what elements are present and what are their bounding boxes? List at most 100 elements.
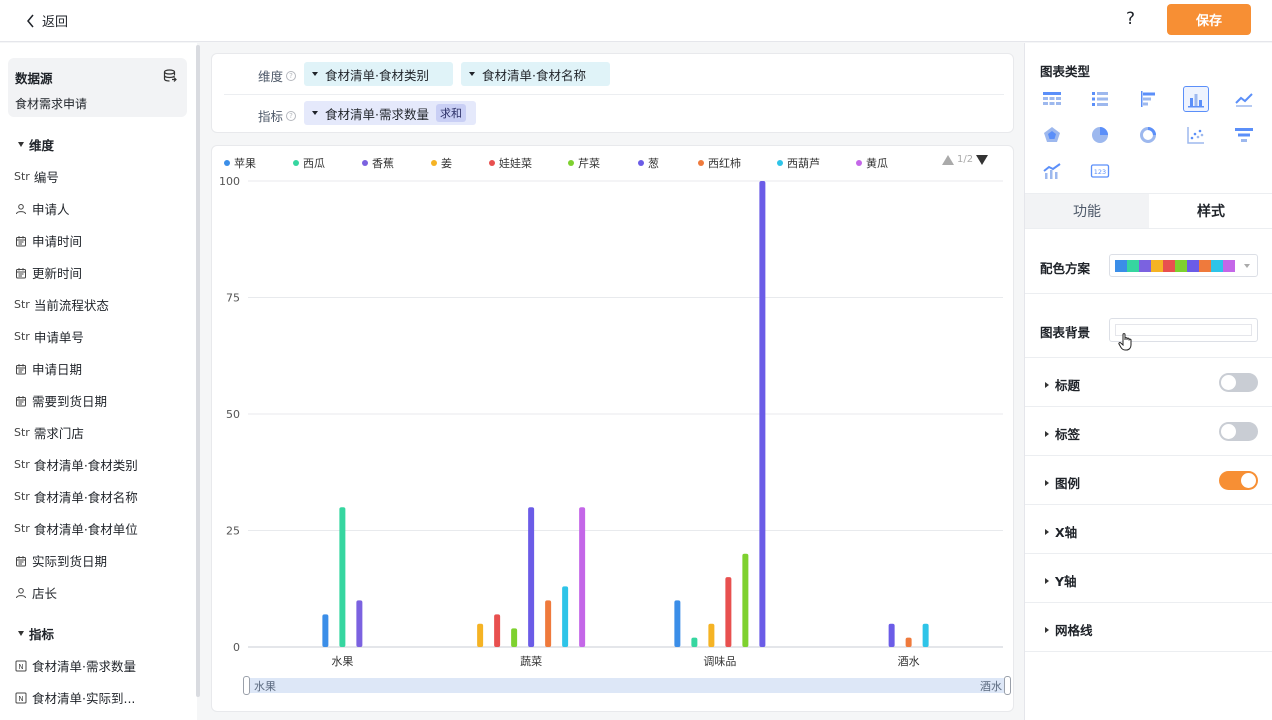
bar[interactable]: [725, 577, 732, 647]
help-circle-icon[interactable]: ?: [286, 70, 297, 81]
property-section[interactable]: Y轴: [1025, 554, 1272, 603]
field-item[interactable]: 申请日期: [14, 359, 82, 378]
color-swatch: [1139, 259, 1151, 272]
color-swatch: [1187, 259, 1199, 272]
aggregation-badge[interactable]: 求和: [435, 104, 466, 122]
datasource-card[interactable]: 数据源 食材需求申请: [8, 58, 187, 117]
field-item[interactable]: 更新时间: [14, 263, 82, 282]
property-section[interactable]: 标题: [1025, 358, 1272, 407]
bar-chart-icon[interactable]: [1183, 86, 1209, 112]
caret-right-icon: [1045, 577, 1049, 584]
field-item[interactable]: Str 需求门店: [14, 423, 84, 442]
field-item[interactable]: 申请时间: [14, 231, 82, 250]
color-swatch: [1115, 259, 1127, 272]
radar-chart-icon[interactable]: [1039, 122, 1065, 148]
bar[interactable]: [905, 637, 912, 647]
bar[interactable]: [708, 623, 715, 647]
field-type-icon: [14, 587, 28, 599]
field-item[interactable]: Str 食材清单·食材名称: [14, 487, 138, 506]
list-chart-icon[interactable]: [1087, 86, 1113, 112]
zoom-start-handle[interactable]: [243, 676, 250, 695]
field-item[interactable]: 申请人: [14, 199, 70, 218]
field-item[interactable]: Str 食材清单·食材单位: [14, 519, 138, 538]
save-button[interactable]: 保存: [1167, 4, 1251, 35]
section-header[interactable]: X轴: [1045, 522, 1077, 541]
section-toggle[interactable]: [1219, 373, 1258, 392]
field-item[interactable]: 实际到货日期: [14, 551, 107, 570]
sidebar-scrollbar[interactable]: [196, 45, 200, 697]
color-swatches: [1115, 259, 1235, 272]
bar[interactable]: [759, 181, 766, 647]
line-chart-icon[interactable]: [1231, 86, 1257, 112]
field-item[interactable]: 需要到货日期: [14, 391, 107, 410]
color-scheme-select[interactable]: [1109, 254, 1258, 277]
bar[interactable]: [691, 637, 698, 647]
caret-down-icon: [312, 72, 318, 76]
bar[interactable]: [579, 507, 586, 647]
section-header[interactable]: 标签: [1045, 424, 1080, 443]
tab-function[interactable]: 功能: [1025, 194, 1149, 228]
number-card-icon[interactable]: 123: [1087, 158, 1113, 184]
bar[interactable]: [339, 507, 346, 647]
database-icon[interactable]: [163, 69, 177, 83]
section-header[interactable]: 网格线: [1045, 620, 1093, 639]
field-item[interactable]: Str 编号: [14, 167, 59, 186]
field-item[interactable]: N 食材清单·实际到...: [14, 688, 135, 707]
donut-chart-icon[interactable]: [1135, 122, 1161, 148]
dimension-pill-name[interactable]: 食材清单·食材名称: [461, 62, 610, 86]
bar[interactable]: [674, 600, 681, 647]
bar[interactable]: [888, 623, 895, 647]
section-header[interactable]: 图例: [1045, 473, 1080, 492]
section-header[interactable]: Y轴: [1045, 571, 1077, 590]
bar[interactable]: [511, 628, 518, 647]
horizontal-bar-chart-icon[interactable]: [1135, 86, 1161, 112]
metric-pill-quantity[interactable]: 食材清单·需求数量 求和: [304, 101, 476, 125]
section-label: 图例: [1055, 476, 1081, 491]
bar[interactable]: [922, 623, 929, 647]
property-section[interactable]: 标签: [1025, 407, 1272, 456]
field-type-icon: [14, 395, 28, 407]
pie-chart-icon[interactable]: [1087, 122, 1113, 148]
dimension-pill-category[interactable]: 食材清单·食材类别: [304, 62, 453, 86]
bar[interactable]: [494, 614, 501, 647]
field-sidebar: 数据源 食材需求申请 维度 Str 编号申请人申请时间更新时间 Str 当前流程状态 S…: [0, 43, 197, 720]
color-swatch: [1127, 259, 1139, 272]
scatter-chart-icon[interactable]: [1183, 122, 1209, 148]
bar[interactable]: [322, 614, 329, 647]
data-zoom-slider[interactable]: 水果 酒水: [243, 676, 1011, 695]
toggle-knob: [1221, 424, 1236, 439]
field-item[interactable]: Str 当前流程状态: [14, 295, 109, 314]
bar[interactable]: [528, 507, 535, 647]
bar[interactable]: [477, 623, 484, 647]
field-item[interactable]: N 食材清单·需求数量: [14, 656, 136, 675]
section-header[interactable]: 标题: [1045, 375, 1080, 394]
table-chart-icon[interactable]: [1039, 86, 1065, 112]
chart-canvas: 苹果 西瓜 香蕉姜娃娃菜 芹菜葱西红柿 西葫芦 黄瓜 1/2 0 25 50 75 100 水果 蔬菜…: [211, 145, 1014, 712]
dimension-section-header[interactable]: 维度: [18, 135, 54, 154]
property-section[interactable]: X轴: [1025, 505, 1272, 554]
funnel-chart-icon[interactable]: [1231, 122, 1257, 148]
combo-chart-icon[interactable]: [1039, 158, 1065, 184]
bar[interactable]: [742, 553, 749, 647]
bar[interactable]: [562, 586, 569, 647]
y-tick-label: 75: [226, 292, 240, 305]
bar[interactable]: [545, 600, 552, 647]
chart-background-row: 图表背景: [1025, 294, 1272, 358]
property-section[interactable]: 图例: [1025, 456, 1272, 505]
help-icon[interactable]: ?: [1126, 9, 1135, 29]
field-item[interactable]: Str 食材清单·食材类别: [14, 455, 138, 474]
field-item[interactable]: Str 申请单号: [14, 327, 84, 346]
tab-style[interactable]: 样式: [1149, 194, 1272, 228]
section-toggle[interactable]: [1219, 422, 1258, 441]
bar[interactable]: [356, 600, 363, 647]
property-section[interactable]: 网格线: [1025, 603, 1272, 652]
metric-section-header[interactable]: 指标: [18, 624, 54, 643]
zoom-end-handle[interactable]: [1004, 676, 1011, 695]
field-item[interactable]: 店长: [14, 583, 57, 602]
field-label: 申请日期: [32, 362, 83, 377]
back-button[interactable]: 返回: [26, 11, 68, 30]
section-toggle[interactable]: [1219, 471, 1258, 490]
help-circle-icon[interactable]: ?: [286, 110, 297, 121]
caret-down-icon: [18, 142, 24, 147]
zoom-end-label: 酒水: [980, 680, 1002, 693]
